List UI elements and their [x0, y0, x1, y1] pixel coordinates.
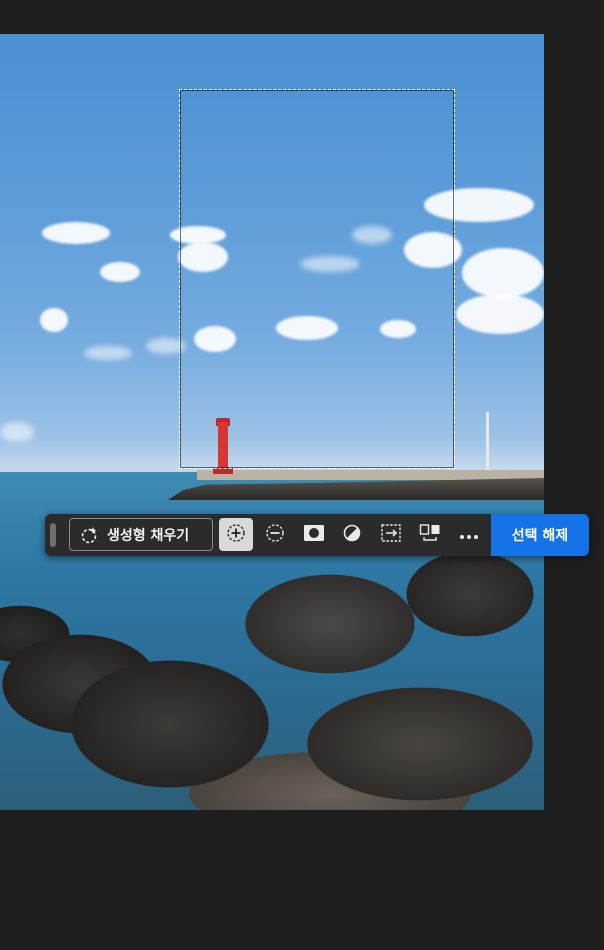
invert-selection-button[interactable]: [335, 518, 369, 551]
pier: [197, 470, 544, 480]
add-to-selection-button[interactable]: [219, 518, 253, 551]
plus-circle-icon: [226, 523, 246, 547]
mask-selection-button[interactable]: [297, 518, 331, 551]
cloud: [42, 222, 110, 244]
cloud: [462, 248, 544, 298]
more-options-button[interactable]: [452, 518, 486, 551]
deselect-label: 선택 해제: [511, 528, 569, 544]
cloud: [456, 294, 544, 334]
cloud: [0, 422, 34, 442]
drag-handle[interactable]: [50, 523, 56, 547]
generative-fill-icon: [79, 525, 99, 545]
selection-marquee[interactable]: [179, 89, 455, 469]
transform-icon: [380, 523, 402, 547]
invert-icon: [342, 523, 362, 547]
mask-icon: [303, 524, 325, 546]
minus-circle-icon: [265, 523, 285, 547]
transform-selection-button[interactable]: [374, 518, 408, 551]
cloud: [40, 308, 68, 332]
cloud: [84, 346, 132, 360]
rocky-shore: [0, 534, 544, 810]
deselect-button[interactable]: 선택 해제: [491, 514, 589, 556]
cloud: [100, 262, 140, 282]
generative-fill-label: 생성형 채우기: [107, 527, 190, 544]
fill-icon: [419, 523, 441, 547]
ellipsis-icon: [459, 525, 479, 544]
fill-selection-button[interactable]: [413, 518, 447, 551]
contextual-taskbar: 생성형 채우기 선택 해제: [45, 514, 589, 556]
generative-fill-button[interactable]: 생성형 채우기: [69, 518, 213, 551]
lighthouse-white: [486, 412, 489, 470]
subtract-from-selection-button[interactable]: [258, 518, 292, 551]
